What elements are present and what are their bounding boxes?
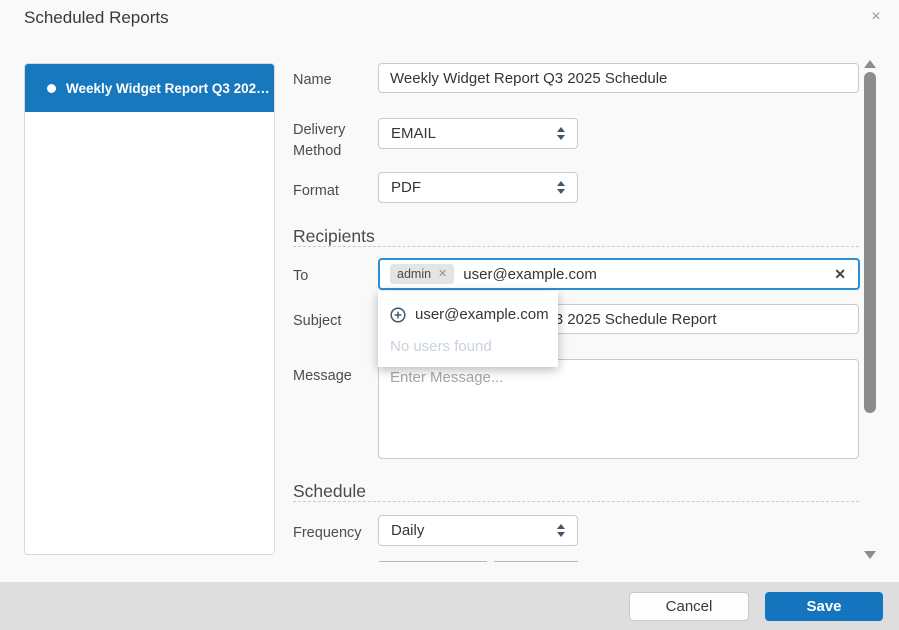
- format-label: Format: [293, 181, 339, 202]
- delivery-method-value: EMAIL: [391, 125, 436, 142]
- message-label: Message: [293, 366, 352, 387]
- add-recipient-option[interactable]: user@example.com: [378, 300, 558, 329]
- schedule-section-heading: Schedule: [293, 481, 366, 502]
- no-users-found-text: No users found: [378, 329, 558, 355]
- scheduled-reports-dialog: Scheduled Reports × Weekly Widget Report…: [0, 0, 899, 630]
- section-divider: [293, 501, 859, 502]
- delivery-method-label: Delivery Method: [293, 120, 365, 162]
- clear-input-icon[interactable]: ✕: [834, 266, 848, 283]
- clipped-field-underline: [379, 561, 487, 562]
- dialog-footer: Cancel Save: [0, 582, 899, 630]
- scrollbar-up-arrow-icon[interactable]: [864, 60, 876, 68]
- format-value: PDF: [391, 179, 421, 196]
- to-typed-text[interactable]: user@example.com: [463, 266, 825, 283]
- message-textarea[interactable]: [378, 359, 859, 459]
- bullet-icon: [47, 84, 56, 93]
- select-arrows-icon: [557, 524, 565, 537]
- frequency-select[interactable]: Daily: [378, 515, 578, 546]
- delivery-method-select[interactable]: EMAIL: [378, 118, 578, 149]
- format-select[interactable]: PDF: [378, 172, 578, 203]
- recipient-chip-label: admin: [397, 267, 431, 281]
- select-arrows-icon: [557, 181, 565, 194]
- close-icon[interactable]: ×: [866, 7, 886, 27]
- to-recipients-input[interactable]: admin ✕ user@example.com ✕: [378, 258, 860, 290]
- dialog-title: Scheduled Reports: [24, 8, 169, 28]
- name-input[interactable]: [378, 63, 859, 93]
- chip-remove-icon[interactable]: ✕: [438, 269, 447, 280]
- frequency-label: Frequency: [293, 523, 362, 544]
- frequency-value: Daily: [391, 522, 424, 539]
- report-list-item-selected[interactable]: Weekly Widget Report Q3 202…: [25, 64, 274, 112]
- save-button[interactable]: Save: [765, 592, 883, 621]
- to-label: To: [293, 266, 308, 287]
- clipped-field-underline: [494, 561, 578, 562]
- cancel-button[interactable]: Cancel: [629, 592, 749, 621]
- add-recipient-option-label: user@example.com: [415, 306, 549, 323]
- name-label: Name: [293, 70, 332, 91]
- recipients-section-heading: Recipients: [293, 226, 375, 247]
- select-arrows-icon: [557, 127, 565, 140]
- report-list: Weekly Widget Report Q3 202…: [24, 63, 275, 555]
- report-list-item-label: Weekly Widget Report Q3 202…: [66, 81, 270, 96]
- scrollbar-thumb[interactable]: [864, 72, 876, 413]
- subject-label: Subject: [293, 311, 341, 332]
- section-divider: [293, 246, 859, 247]
- recipient-suggestions-dropdown: user@example.com No users found: [378, 291, 558, 367]
- scrollbar-down-arrow-icon[interactable]: [864, 551, 876, 559]
- circle-plus-icon: [390, 307, 406, 323]
- recipient-chip: admin ✕: [390, 264, 454, 284]
